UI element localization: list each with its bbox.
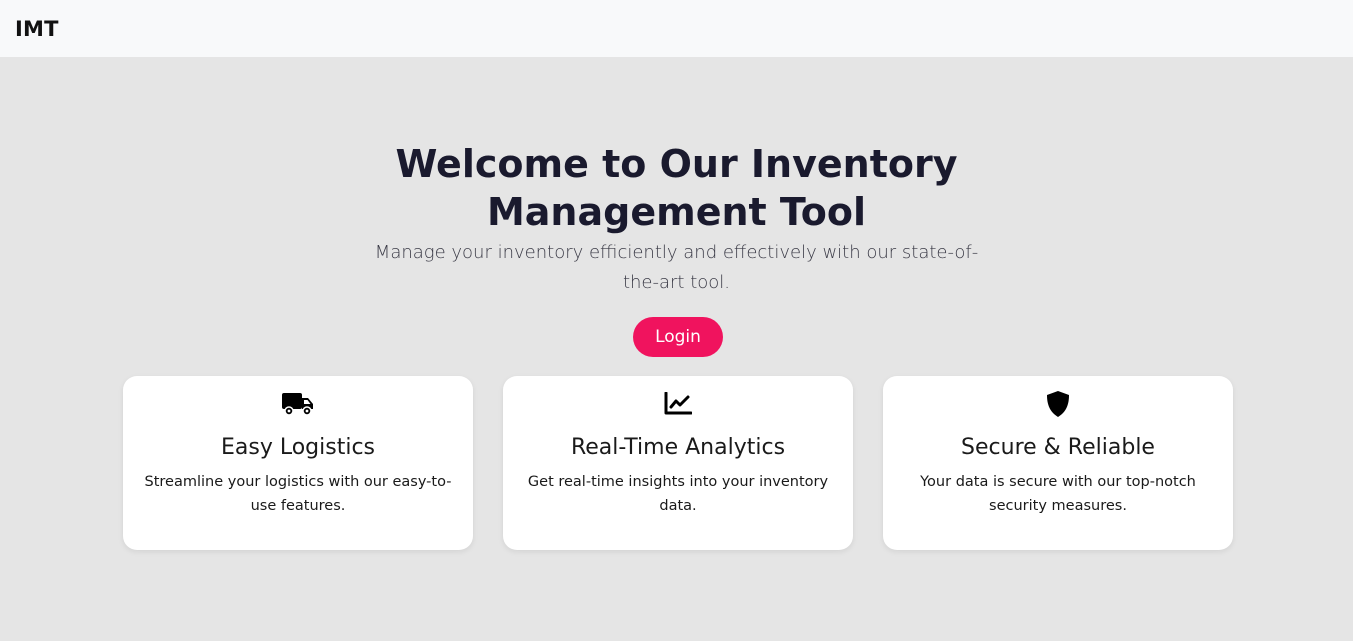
brand-logo[interactable]: IMT bbox=[15, 17, 59, 41]
navbar: IMT bbox=[0, 0, 1353, 57]
hero-title: Welcome to Our Inventory Management Tool bbox=[395, 142, 958, 234]
chart-line-icon bbox=[503, 390, 853, 418]
feature-description: Get real-time insights into your invento… bbox=[527, 474, 829, 514]
hero-subtitle: Manage your inventory efficiently and ef… bbox=[374, 242, 979, 293]
feature-title: Real-Time Analytics bbox=[570, 435, 786, 460]
hero-section: Welcome to Our Inventory Management Tool… bbox=[0, 140, 1353, 298]
feature-title: Secure & Reliable bbox=[961, 435, 1155, 460]
shield-icon bbox=[883, 390, 1233, 418]
feature-card-secure-reliable: Secure & Reliable Your data is secure wi… bbox=[883, 376, 1233, 550]
feature-card-real-time-analytics: Real-Time Analytics Get real-time insigh… bbox=[503, 376, 853, 550]
truck-icon bbox=[123, 390, 473, 418]
feature-title: Easy Logistics bbox=[220, 435, 376, 460]
feature-description: Your data is secure with our top-notch s… bbox=[920, 474, 1196, 514]
login-button[interactable]: Login bbox=[633, 317, 723, 357]
feature-description: Streamline your logistics with our easy-… bbox=[144, 474, 452, 514]
feature-card-easy-logistics: Easy Logistics Streamline your logistics… bbox=[123, 376, 473, 550]
